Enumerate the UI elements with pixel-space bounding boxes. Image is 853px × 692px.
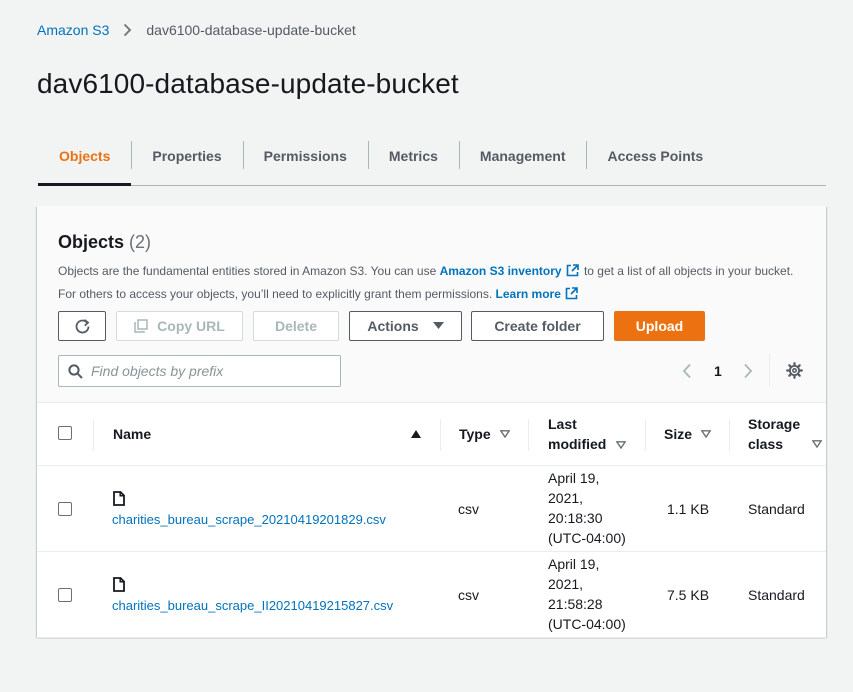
sort-descending-icon [499,430,510,438]
object-last-modified: April 19, 2021, 21:58:28 (UTC-04:00) [548,554,626,634]
last-modified-line: 2021, [548,490,584,506]
chevron-right-icon [123,23,132,37]
copy-url-button[interactable]: Copy URL [116,311,243,341]
last-modified-line: 20:18:30 [548,510,603,526]
panel-description: Objects are the fundamental entities sto… [58,261,798,306]
tab-bar: Objects Properties Permissions Metrics M… [38,138,826,186]
panel-title: Objects (2) [58,232,151,253]
column-storage-class-label-line2: class [748,436,784,452]
learn-more-link[interactable]: Learn more [496,287,561,301]
copy-icon [134,319,148,333]
column-divider [528,419,529,451]
tab-permissions[interactable]: Permissions [242,138,368,185]
objects-panel: Objects (2) Objects are the fundamental … [37,206,826,638]
tab-management[interactable]: Management [458,138,587,185]
column-last-modified-label-line1: Last [548,416,577,432]
object-name-link[interactable]: charities_bureau_scrape_II20210419215827… [112,598,393,613]
object-last-modified: April 19, 2021, 20:18:30 (UTC-04:00) [548,468,626,548]
page-title: dav6100-database-update-bucket [37,68,459,99]
breadcrumb-current: dav6100-database-update-bucket [146,22,356,38]
object-type: csv [458,501,479,517]
object-type: csv [458,587,479,603]
row-checkbox[interactable] [58,588,72,602]
pagination-divider [769,353,770,387]
object-name-link[interactable]: charities_bureau_scrape_20210419201829.c… [112,512,386,527]
column-divider [440,419,441,451]
column-divider [93,419,94,451]
upload-button[interactable]: Upload [614,311,705,341]
caret-down-icon [432,322,444,330]
tab-access-points[interactable]: Access Points [586,138,724,185]
upload-label: Upload [635,318,684,334]
column-header-storage-class[interactable]: Storage class [748,403,822,465]
page-number[interactable]: 1 [714,363,722,379]
column-last-modified-label-line2: modified [548,436,607,452]
table-row[interactable]: charities_bureau_scrape_II20210419215827… [37,552,826,638]
last-modified-line: 2021, [548,576,584,592]
external-link-icon [566,263,579,284]
pagination: 1 [682,355,753,387]
row-checkbox[interactable] [58,502,72,516]
object-size: 1.1 KB [667,501,710,517]
column-divider [729,419,730,451]
column-storage-class-label-line1: Storage [748,416,801,432]
object-storage-class: Standard [748,587,805,603]
object-size: 7.5 KB [667,587,710,603]
sort-descending-icon [701,430,712,438]
external-link-icon [565,286,578,307]
chevron-left-icon[interactable] [682,363,692,379]
column-size-label: Size [664,426,693,442]
column-type-label: Type [459,426,491,442]
last-modified-line: (UTC-04:00) [548,530,626,546]
copy-url-label: Copy URL [157,318,225,334]
column-divider [645,419,646,451]
file-icon [113,577,125,592]
chevron-right-icon[interactable] [743,363,753,379]
search-input[interactable] [91,363,331,379]
last-modified-line: April 19, [548,470,600,486]
s3-inventory-link[interactable]: Amazon S3 inventory [440,264,562,278]
tab-properties[interactable]: Properties [131,138,242,185]
column-name-label: Name [113,426,152,442]
object-count: (2) [129,232,152,252]
delete-button[interactable]: Delete [253,311,339,341]
column-header-last-modified[interactable]: Last modified [548,403,627,465]
column-header-size[interactable]: Size [664,403,712,465]
delete-label: Delete [274,318,318,334]
last-modified-line: 21:58:28 [548,596,603,612]
create-folder-label: Create folder [494,318,581,334]
column-header-name[interactable]: Name [113,403,423,465]
search-box [58,355,341,387]
description-text-1: Objects are the fundamental entities sto… [58,264,440,278]
create-folder-button[interactable]: Create folder [471,311,604,341]
panel-title-text: Objects [58,232,125,252]
sort-descending-icon [812,440,822,448]
last-modified-line: April 19, [548,556,600,572]
refresh-icon [74,318,91,335]
sort-ascending-icon [411,430,421,438]
breadcrumb: Amazon S3 dav6100-database-update-bucket [37,22,356,38]
select-all-checkbox[interactable] [58,426,72,440]
refresh-button[interactable] [58,311,106,341]
table-row[interactable]: charities_bureau_scrape_20210419201829.c… [37,466,826,552]
actions-dropdown[interactable]: Actions [349,311,462,341]
tab-metrics[interactable]: Metrics [367,138,459,185]
table-header: Name Type Last modified Size Storage cla… [37,403,826,466]
object-storage-class: Standard [748,501,805,517]
breadcrumb-amazon-s3-link[interactable]: Amazon S3 [37,22,109,38]
column-header-type[interactable]: Type [459,403,510,465]
gear-icon[interactable] [786,362,803,379]
last-modified-line: (UTC-04:00) [548,616,626,632]
search-icon [68,363,83,379]
objects-panel-header: Objects (2) Objects are the fundamental … [37,206,826,403]
sort-descending-icon [616,441,627,449]
tab-objects[interactable]: Objects [38,138,132,186]
actions-label: Actions [367,318,419,334]
file-icon [113,491,125,506]
